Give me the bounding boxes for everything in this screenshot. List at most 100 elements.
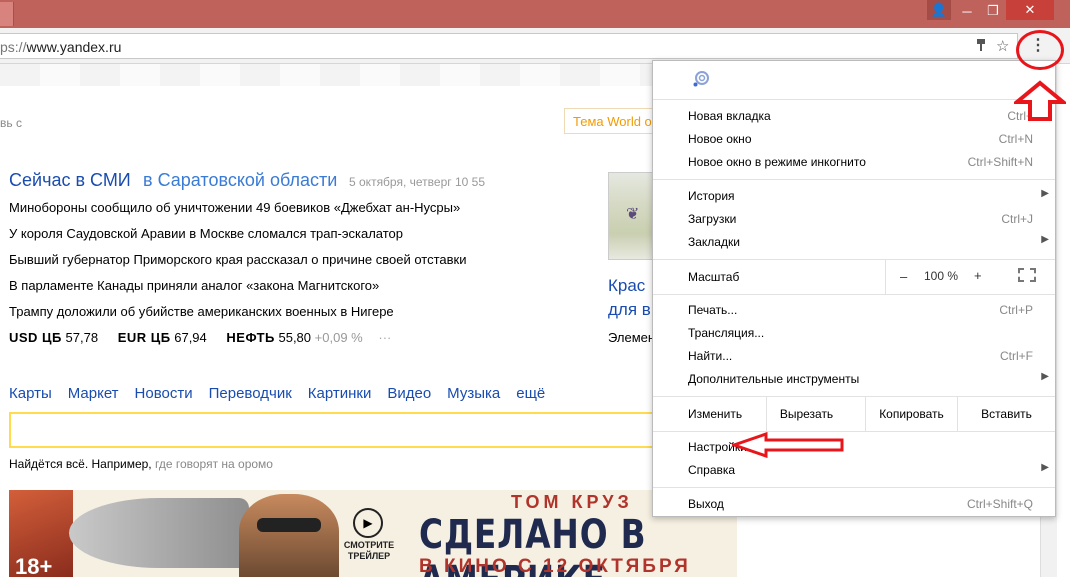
- menu-item-more-tools[interactable]: Дополнительные инструменты ▶: [653, 368, 1055, 391]
- oil-label[interactable]: НЕФТЬ: [226, 330, 274, 345]
- watch-trailer-label[interactable]: СМОТРИТЕ ТРЕЙЛЕР: [341, 540, 397, 562]
- menu-item-settings[interactable]: Настройки: [653, 436, 1055, 459]
- search-input[interactable]: [9, 412, 659, 448]
- menu-item-shortcut: Ctrl+N: [998, 132, 1033, 146]
- annotation-circle: [1016, 30, 1064, 70]
- eur-value: 67,94: [174, 330, 207, 345]
- menu-separator: [653, 487, 1055, 488]
- menu-item-label: Найти...: [688, 349, 733, 363]
- menu-item-shortcut: Ctrl+Shift+Q: [966, 497, 1033, 511]
- menu-separator: [653, 294, 1055, 295]
- search-example-link[interactable]: где говорят на оромо: [155, 457, 273, 471]
- news-region-link[interactable]: в Саратовской области: [143, 170, 337, 191]
- oil-value: 55,80: [278, 330, 312, 345]
- menu-item-find[interactable]: Найти... Ctrl+F: [653, 345, 1055, 368]
- edit-label: Изменить: [688, 407, 743, 421]
- promo-title-line[interactable]: для в: [608, 300, 651, 320]
- movie-banner[interactable]: 18+ ▶ СМОТРИТЕ ТРЕЙЛЕР ТОМ КРУЗ СДЕЛАНО …: [9, 490, 737, 577]
- service-link-images[interactable]: Картинки: [308, 385, 372, 402]
- news-item[interactable]: Трампу доложили об убийстве американских…: [9, 304, 394, 319]
- menu-item-shortcut: Ctrl+P: [999, 303, 1033, 317]
- maximize-button[interactable]: ❐: [981, 0, 1005, 22]
- news-date: 5 октября, четверг 10 55: [349, 175, 485, 189]
- key-icon[interactable]: [976, 38, 986, 52]
- close-button[interactable]: ✕: [1006, 0, 1054, 20]
- service-link-more[interactable]: ещё: [516, 385, 545, 402]
- submenu-arrow-icon: ▶: [1041, 234, 1049, 245]
- url-host: www.yandex.ru: [26, 39, 122, 55]
- exchange-rates: USD ЦБ 57,78 EUR ЦБ 67,94 НЕФТЬ 55,80 +0…: [9, 330, 391, 345]
- play-icon[interactable]: ▶: [353, 508, 383, 538]
- menu-item-label: Трансляция...: [688, 326, 765, 340]
- menu-item-cast[interactable]: Трансляция...: [653, 322, 1055, 345]
- browser-toolbar: ps://www.yandex.ru ☆ ⋮: [0, 28, 1070, 64]
- news-item[interactable]: В парламенте Канады приняли аналог «зако…: [9, 278, 379, 293]
- blurred-top-bar: [0, 64, 652, 86]
- zoom-out-button[interactable]: –: [900, 269, 907, 284]
- usd-label[interactable]: USD ЦБ: [9, 330, 62, 345]
- menu-item-incognito[interactable]: Новое окно в режиме инкогнито Ctrl+Shift…: [653, 151, 1055, 174]
- menu-item-label: Выход: [688, 497, 724, 511]
- service-link-maps[interactable]: Карты: [9, 385, 52, 402]
- annotation-left-arrow-icon: [732, 432, 844, 458]
- browser-tab[interactable]: [0, 2, 14, 26]
- news-item[interactable]: Минобороны сообщило об уничтожении 49 бо…: [9, 200, 460, 215]
- menu-item-new-window[interactable]: Новое окно Ctrl+N: [653, 128, 1055, 151]
- theme-button[interactable]: Тема World o: [564, 108, 656, 134]
- menu-item-downloads[interactable]: Загрузки Ctrl+J: [653, 208, 1055, 231]
- banner-actor: ТОМ КРУЗ: [511, 492, 633, 512]
- service-link-translate[interactable]: Переводчик: [209, 385, 292, 402]
- url-scheme: ps://: [0, 39, 27, 55]
- services-nav: Карты Маркет Новости Переводчик Картинки Виде…: [9, 385, 561, 402]
- zoom-controls: – 100 % +: [885, 260, 1055, 294]
- menu-edit-row: Изменить Вырезать Копировать Вставить: [653, 397, 1055, 431]
- menu-item-label: Справка: [688, 463, 736, 477]
- news-heading[interactable]: Сейчас в СМИ: [9, 170, 131, 191]
- submenu-arrow-icon: ▶: [1041, 371, 1049, 382]
- eur-label[interactable]: EUR ЦБ: [118, 330, 171, 345]
- usd-value: 57,78: [65, 330, 99, 345]
- promo-title-line[interactable]: Крас: [608, 276, 645, 296]
- menu-item-help[interactable]: Справка ▶: [653, 459, 1055, 482]
- menu-item-shortcut: Ctrl+J: [1001, 212, 1033, 226]
- menu-item-label: Новая вкладка: [688, 109, 771, 123]
- user-profile-icon[interactable]: 👤: [927, 0, 951, 20]
- zoom-level: 100 %: [924, 269, 959, 283]
- menu-separator: [653, 179, 1055, 180]
- address-bar[interactable]: ps://www.yandex.ru ☆: [0, 33, 1018, 59]
- sunglasses-shape: [257, 518, 321, 532]
- butterfly-icon: ❦: [626, 206, 640, 223]
- service-link-market[interactable]: Маркет: [68, 385, 119, 402]
- zoom-in-button[interactable]: +: [974, 268, 982, 283]
- promo-subtitle: Элемен: [608, 330, 656, 345]
- menu-separator: [653, 431, 1055, 432]
- service-link-video[interactable]: Видео: [387, 385, 431, 402]
- submenu-arrow-icon: ▶: [1041, 462, 1049, 473]
- url-text[interactable]: ps://www.yandex.ru: [0, 39, 121, 55]
- menu-item-history[interactable]: История ▶: [653, 185, 1055, 208]
- news-item[interactable]: У короля Саудовской Аравии в Москве слом…: [9, 226, 403, 241]
- more-rates-icon[interactable]: ···: [378, 330, 391, 345]
- menu-item-label: Новое окно: [688, 132, 752, 146]
- search-hint-text: Найдётся всё. Например,: [9, 457, 152, 471]
- paste-button[interactable]: Вставить: [957, 397, 1055, 431]
- menu-item-print[interactable]: Печать... Ctrl+P: [653, 299, 1055, 322]
- service-link-music[interactable]: Музыка: [447, 385, 500, 402]
- service-link-news[interactable]: Новости: [135, 385, 193, 402]
- chrome-main-menu: Новая вкладка Ctrl+ Новое окно Ctrl+N Но…: [652, 60, 1056, 517]
- cut-button[interactable]: Вырезать: [766, 397, 846, 431]
- bookmark-star-icon[interactable]: ☆: [996, 37, 1009, 55]
- copy-button[interactable]: Копировать: [865, 397, 957, 431]
- menu-item-label: Закладки: [688, 235, 740, 249]
- menu-item-zoom: Масштаб – 100 % +: [653, 260, 1055, 294]
- extension-icon[interactable]: [693, 71, 709, 87]
- menu-item-new-tab[interactable]: Новая вкладка Ctrl+: [653, 105, 1055, 128]
- banner-plane-image: [69, 498, 249, 568]
- menu-item-exit[interactable]: Выход Ctrl+Shift+Q: [653, 493, 1055, 516]
- fullscreen-icon[interactable]: [1018, 268, 1036, 282]
- news-item[interactable]: Бывший губернатор Приморского края расск…: [9, 252, 466, 267]
- banner-release-date: В КИНО С 12 ОКТЯБРЯ: [419, 556, 691, 577]
- minimize-button[interactable]: ─: [955, 0, 979, 22]
- menu-item-bookmarks[interactable]: Закладки ▶: [653, 231, 1055, 254]
- submenu-arrow-icon: ▶: [1041, 188, 1049, 199]
